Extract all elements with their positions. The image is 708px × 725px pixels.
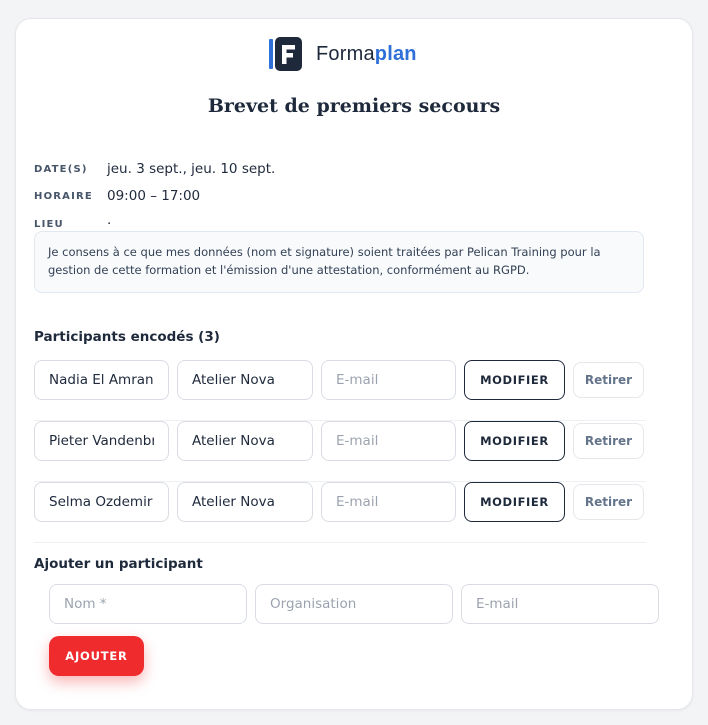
participant-name-input[interactable] bbox=[34, 482, 169, 522]
participant-email-input[interactable] bbox=[321, 482, 456, 522]
brand-name: Formaplan bbox=[316, 42, 417, 65]
schedule-value: 09:00 – 17:00 bbox=[107, 188, 201, 204]
participant-email-input[interactable] bbox=[321, 421, 456, 461]
location-label: LIEU bbox=[34, 218, 64, 230]
formaplan-logo-icon bbox=[269, 37, 302, 71]
participant-organisation-input[interactable] bbox=[177, 360, 313, 400]
new-participant-email-input[interactable] bbox=[461, 584, 659, 624]
schedule-row: HORAIRE 09:00 – 17:00 bbox=[34, 188, 200, 204]
modify-participant-button[interactable]: MODIFIER bbox=[464, 482, 565, 522]
participant-row: MODIFIER Retirer bbox=[34, 421, 646, 482]
dates-row: DATE(S) jeu. 3 sept., jeu. 10 sept. bbox=[34, 161, 275, 177]
modify-participant-button[interactable]: MODIFIER bbox=[464, 360, 565, 400]
dates-value: jeu. 3 sept., jeu. 10 sept. bbox=[107, 161, 276, 177]
modify-participant-button[interactable]: MODIFIER bbox=[464, 421, 565, 461]
schedule-label: HORAIRE bbox=[34, 190, 93, 202]
participant-row: MODIFIER Retirer bbox=[34, 482, 646, 543]
location-value: · bbox=[107, 216, 112, 232]
participant-email-input[interactable] bbox=[321, 360, 456, 400]
participants-title: Participants encodés (3) bbox=[34, 329, 220, 345]
participant-name-input[interactable] bbox=[34, 421, 169, 461]
participant-name-input[interactable] bbox=[34, 360, 169, 400]
gdpr-consent-notice: Je consens à ce que mes données (nom et … bbox=[34, 231, 644, 293]
remove-participant-button[interactable]: Retirer bbox=[573, 362, 644, 398]
add-participant-title: Ajouter un participant bbox=[34, 556, 203, 572]
location-row: LIEU · bbox=[34, 216, 111, 232]
course-title: Brevet de premiers secours bbox=[207, 95, 501, 117]
remove-participant-button[interactable]: Retirer bbox=[573, 423, 644, 459]
add-participant-button[interactable]: AJOUTER bbox=[49, 636, 144, 676]
participant-organisation-input[interactable] bbox=[177, 421, 313, 461]
brand-logo: Formaplan bbox=[268, 37, 417, 71]
new-participant-name-input[interactable] bbox=[49, 584, 247, 624]
participant-organisation-input[interactable] bbox=[177, 482, 313, 522]
participant-row: MODIFIER Retirer bbox=[34, 360, 646, 421]
remove-participant-button[interactable]: Retirer bbox=[573, 484, 644, 520]
new-participant-organisation-input[interactable] bbox=[255, 584, 453, 624]
dates-label: DATE(S) bbox=[34, 163, 88, 175]
